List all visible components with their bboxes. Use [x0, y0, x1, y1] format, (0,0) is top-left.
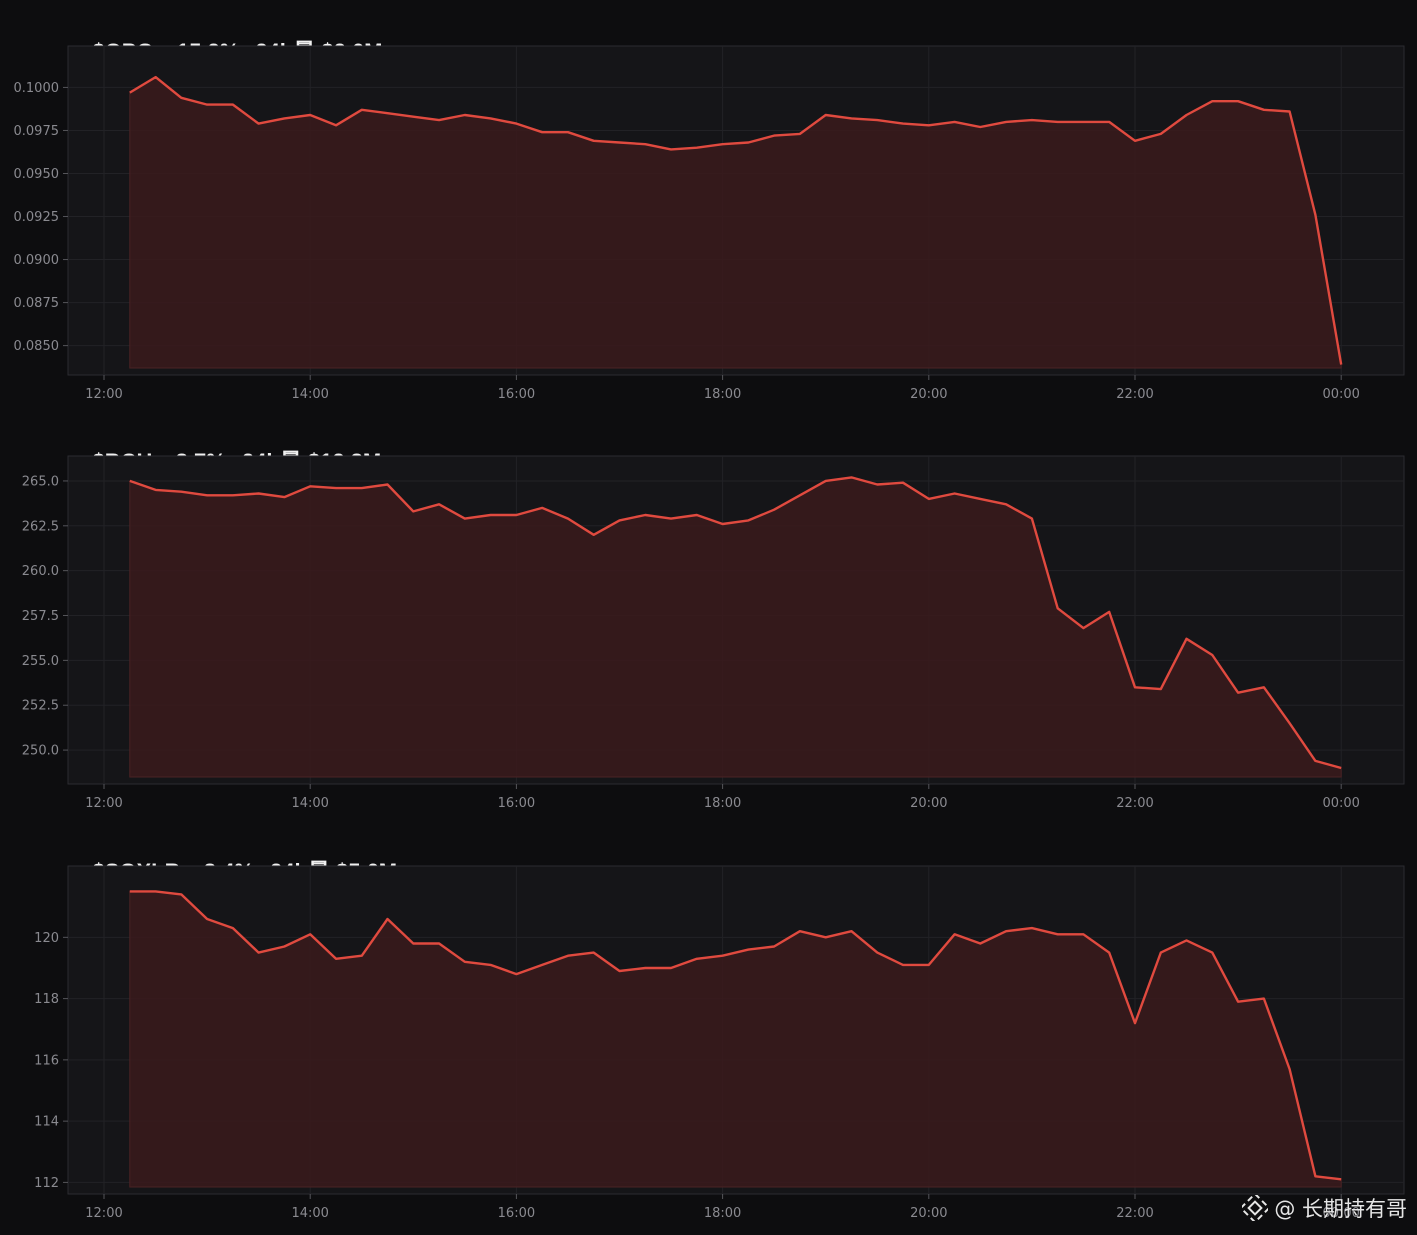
y-tick-label: 250.0 — [22, 744, 59, 759]
x-tick-label: 00:00 — [1322, 796, 1359, 811]
x-tick-label: 12:00 — [85, 796, 122, 811]
x-tick-label: 14:00 — [291, 1206, 328, 1221]
x-tick-label: 14:00 — [291, 387, 328, 402]
x-tick-label: 16:00 — [498, 1206, 535, 1221]
y-tick-label: 116 — [34, 1053, 59, 1068]
chart-panel-soxlb: $SOXLB-8.4%24h量 $5.6M 12:0014:0016:0018:… — [0, 820, 1417, 1235]
y-tick-label: 114 — [34, 1115, 59, 1130]
x-tick-label: 22:00 — [1116, 387, 1153, 402]
x-tick-label: 20:00 — [910, 796, 947, 811]
y-tick-label: 265.0 — [22, 474, 59, 489]
x-tick-label: 18:00 — [704, 1206, 741, 1221]
x-tick-label: 20:00 — [910, 1206, 947, 1221]
x-tick-label: 16:00 — [498, 387, 535, 402]
x-tick-label: 20:00 — [910, 387, 947, 402]
chart-svg-bch: 12:00 14:00 16:00 18:00 20:00 22:00 00:00 265.0… — [22, 455, 1405, 811]
chart-panel-bch: $BCH-8.7%24h量 $12.8M 12:0014:0016:0018:0… — [0, 410, 1417, 820]
chart-svg-opg: 12:00 14:00 16:00 18:00 20:00 22:00 00:00 0.100… — [14, 45, 1405, 402]
y-tick-label: 260.0 — [22, 564, 59, 579]
y-tick-label: 0.0900 — [14, 253, 60, 268]
x-tick-label: 22:00 — [1116, 796, 1153, 811]
y-tick-label: 252.5 — [22, 699, 59, 714]
x-tick-label: 00:00 — [1322, 387, 1359, 402]
x-tick-label: 12:00 — [85, 1206, 122, 1221]
y-tick-label: 112 — [34, 1176, 59, 1191]
y-tick-label: 0.0950 — [14, 167, 60, 182]
chart-panel-opg: $OPG-15.2%24h量 $2.6M 12:0014:0016:0018:0… — [0, 0, 1417, 410]
y-tick-label: 262.5 — [22, 519, 59, 534]
x-tick-label: 18:00 — [704, 796, 741, 811]
y-tick-label: 0.1000 — [14, 81, 60, 96]
chart-svg-soxlb: 12:00 14:00 16:00 18:00 20:00 22:00 00:0012011… — [34, 865, 1405, 1221]
y-tick-label: 255.0 — [22, 654, 59, 669]
y-tick-label: 0.0925 — [14, 210, 60, 225]
y-tick-label: 118 — [34, 992, 59, 1007]
x-tick-label: 14:00 — [291, 796, 328, 811]
binance-diamond-icon — [1242, 1195, 1269, 1221]
watermark-text: @ 长期持有哥 — [1274, 1197, 1407, 1221]
y-tick-label: 257.5 — [22, 609, 59, 624]
x-tick-label: 12:00 — [85, 387, 122, 402]
y-tick-label: 0.0975 — [14, 124, 60, 139]
watermark: @ 长期持有哥 — [1242, 1193, 1407, 1223]
y-tick-label: 0.0850 — [14, 339, 60, 354]
x-tick-label: 16:00 — [498, 796, 535, 811]
x-tick-label: 22:00 — [1116, 1206, 1153, 1221]
x-tick-label: 18:00 — [704, 387, 741, 402]
y-tick-label: 0.0875 — [14, 296, 60, 311]
y-tick-label: 120 — [34, 931, 59, 946]
